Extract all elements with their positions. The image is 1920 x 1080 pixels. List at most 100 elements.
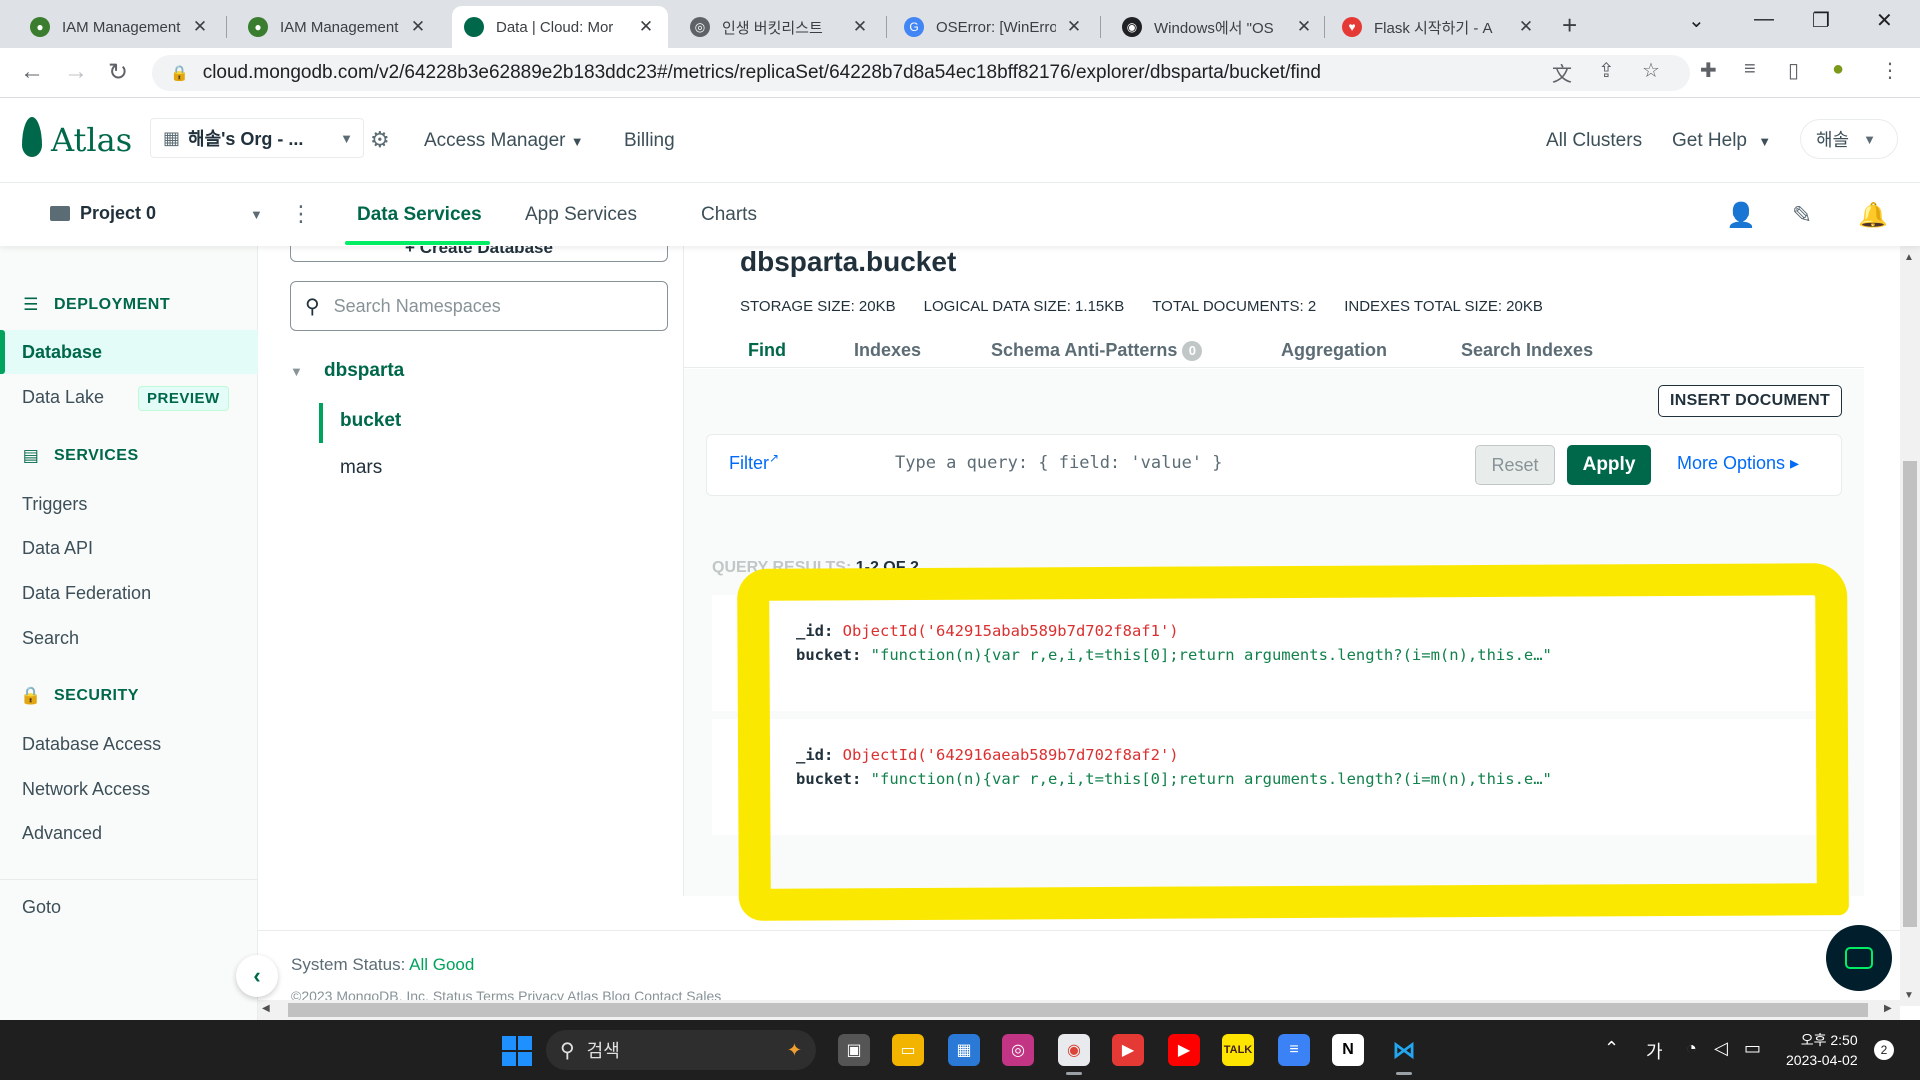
atlas-logo[interactable]: Atlas xyxy=(51,121,132,159)
close-tab-icon[interactable]: ✕ xyxy=(408,17,428,37)
tab-data-services[interactable]: Data Services xyxy=(357,204,482,226)
browser-tab-active[interactable]: Data | Cloud: Mor ✕ xyxy=(452,6,668,48)
collection-mars[interactable]: mars xyxy=(340,457,382,479)
browser-tab[interactable]: ◉ Windows에서 "OS ✕ xyxy=(1110,6,1326,48)
browser-tab[interactable]: G OSError: [WinError ✕ xyxy=(892,6,1096,48)
wifi-icon[interactable]: ◔ xyxy=(1686,1038,1697,1059)
tab-app-services[interactable]: App Services xyxy=(525,204,637,226)
access-manager-menu[interactable]: Access Manager ▼ xyxy=(424,130,584,152)
tab-schema-anti-patterns[interactable]: Schema Anti-Patterns 0 xyxy=(991,340,1203,361)
sidebar-item-database-access[interactable]: Database Access xyxy=(22,734,161,755)
org-select[interactable]: ▦ 해솔's Org - ... ▼ xyxy=(150,118,364,158)
youtube-icon[interactable]: ▶ xyxy=(1168,1034,1200,1066)
project-select[interactable]: Project 0 xyxy=(50,203,156,224)
sidebar-item-network-access[interactable]: Network Access xyxy=(22,779,150,800)
volume-icon[interactable]: ◁ xyxy=(1714,1038,1728,1059)
sidebar-item-data-api[interactable]: Data API xyxy=(22,538,93,559)
reload-icon[interactable]: ↻ xyxy=(108,58,128,87)
bell-icon[interactable]: 🔔 xyxy=(1858,201,1888,230)
document-card[interactable]: _id: ObjectId('642915abab589b7d702f8af1'… xyxy=(712,595,1842,711)
close-tab-icon[interactable]: ✕ xyxy=(636,17,656,37)
reset-button[interactable]: Reset xyxy=(1475,445,1555,485)
restore-icon[interactable]: ❐ xyxy=(1812,8,1830,33)
lock-icon[interactable]: 🔒 xyxy=(170,64,189,82)
close-tab-icon[interactable]: ✕ xyxy=(850,17,870,37)
filter-link[interactable]: Filter↗ xyxy=(729,451,779,474)
vertical-scrollbar[interactable]: ▲ ▼ xyxy=(1900,246,1920,1006)
tray-chevron-up-icon[interactable]: ⌃ xyxy=(1604,1038,1619,1059)
input-language-indicator[interactable]: 가 xyxy=(1646,1038,1663,1064)
extensions-icon[interactable]: ✚ xyxy=(1700,58,1717,83)
tab-find[interactable]: Find xyxy=(748,340,786,361)
chevron-down-icon[interactable]: ▼ xyxy=(290,364,303,379)
browser-tab[interactable]: ● IAM Management ✕ xyxy=(18,6,222,48)
new-tab-icon[interactable]: + xyxy=(1562,10,1577,41)
system-clock[interactable]: 오후 2:50 2023-04-02 xyxy=(1786,1030,1858,1070)
browser-tab[interactable]: ♥ Flask 시작하기 - A ✕ xyxy=(1330,6,1548,48)
query-input[interactable]: Type a query: { field: 'value' } xyxy=(895,453,1223,473)
close-tab-icon[interactable]: ✕ xyxy=(1294,17,1314,37)
status-link[interactable]: All Good xyxy=(409,955,474,974)
tab-charts[interactable]: Charts xyxy=(701,204,757,226)
notion-icon[interactable]: N xyxy=(1332,1034,1364,1066)
notepad-icon[interactable]: ≡ xyxy=(1278,1034,1310,1066)
user-menu[interactable]: 해솔 ▼ xyxy=(1800,119,1898,159)
activity-feed-icon[interactable]: ✎ xyxy=(1792,201,1812,230)
chrome-menu-icon[interactable]: ⋮ xyxy=(1880,58,1900,83)
side-panel-icon[interactable]: ▯ xyxy=(1788,58,1799,83)
scroll-down-icon[interactable]: ▼ xyxy=(1904,990,1914,1001)
tab-aggregation[interactable]: Aggregation xyxy=(1281,340,1387,361)
translate-icon[interactable]: 文 xyxy=(1552,58,1572,87)
insert-document-button[interactable]: INSERT DOCUMENT xyxy=(1658,385,1842,417)
sidebar-item-triggers[interactable]: Triggers xyxy=(22,494,87,515)
close-window-icon[interactable]: ✕ xyxy=(1876,8,1893,33)
minimize-icon[interactable]: — xyxy=(1754,8,1774,31)
taskbar-search[interactable]: ⚲ 검색 ✦ xyxy=(546,1030,816,1070)
close-tab-icon[interactable]: ✕ xyxy=(190,17,210,37)
file-explorer-icon[interactable]: ▭ xyxy=(892,1034,924,1066)
chrome-icon[interactable]: ◉ xyxy=(1058,1034,1090,1066)
all-clusters-link[interactable]: All Clusters xyxy=(1546,130,1642,152)
search-namespaces-input[interactable]: ⚲ Search Namespaces xyxy=(290,281,668,331)
invite-user-icon[interactable]: 👤 xyxy=(1726,201,1756,230)
scroll-right-icon[interactable]: ▶ xyxy=(1884,1003,1892,1014)
apply-button[interactable]: Apply xyxy=(1567,445,1651,485)
sidebar-item-advanced[interactable]: Advanced xyxy=(22,823,102,844)
browser-tab[interactable]: ● IAM Management ✕ xyxy=(236,6,440,48)
battery-icon[interactable]: ▭ xyxy=(1744,1038,1761,1059)
sidebar-item-database[interactable]: Database xyxy=(22,342,102,363)
reading-list-icon[interactable]: ≡ xyxy=(1744,58,1756,81)
tab-indexes[interactable]: Indexes xyxy=(854,340,921,361)
more-options-link[interactable]: More Options ▸ xyxy=(1677,453,1799,474)
tab-search-icon[interactable]: ⌄ xyxy=(1688,8,1705,33)
collapse-sidebar-button[interactable]: ‹ xyxy=(236,955,278,997)
tab-search-indexes[interactable]: Search Indexes xyxy=(1461,340,1593,361)
sidebar-item-data-federation[interactable]: Data Federation xyxy=(22,583,151,604)
chevron-down-icon[interactable]: ▼ xyxy=(250,207,263,222)
kebab-menu-icon[interactable]: ⋮ xyxy=(290,201,312,227)
scroll-up-icon[interactable]: ▲ xyxy=(1904,252,1914,263)
billing-link[interactable]: Billing xyxy=(624,130,675,152)
database-dbsparta[interactable]: dbsparta xyxy=(324,360,404,382)
gear-icon[interactable]: ⚙ xyxy=(370,127,390,153)
forward-icon[interactable]: → xyxy=(64,58,88,86)
address-bar[interactable]: 🔒 cloud.mongodb.com/v2/64228b3e62889e2b1… xyxy=(152,55,1690,91)
back-icon[interactable]: ← xyxy=(20,58,44,86)
notification-badge[interactable]: 2 xyxy=(1874,1040,1894,1060)
task-view-icon[interactable]: ▣ xyxy=(838,1034,870,1066)
sidebar-item-search[interactable]: Search xyxy=(22,628,79,649)
bookmark-star-icon[interactable]: ☆ xyxy=(1642,58,1660,83)
collection-bucket[interactable]: bucket xyxy=(340,410,401,432)
vscode-icon[interactable]: ⋈ xyxy=(1388,1034,1420,1066)
scroll-left-icon[interactable]: ◀ xyxy=(262,1003,270,1014)
sidebar-item-data-lake[interactable]: Data Lake xyxy=(22,387,104,408)
sidebar-item-goto[interactable]: Goto xyxy=(22,897,61,918)
get-help-menu[interactable]: Get Help ▼ xyxy=(1672,130,1771,152)
ms-store-icon[interactable]: ▦ xyxy=(948,1034,980,1066)
horizontal-scrollbar[interactable]: ◀ ▶ xyxy=(258,1000,1900,1020)
document-card[interactable]: _id: ObjectId('642916aeab589b7d702f8af2'… xyxy=(712,719,1842,835)
windows-start-icon[interactable] xyxy=(502,1036,532,1066)
close-tab-icon[interactable]: ✕ xyxy=(1516,17,1536,37)
youtube-music-icon[interactable]: ▶ xyxy=(1112,1034,1144,1066)
share-icon[interactable]: ⇪ xyxy=(1598,58,1615,83)
